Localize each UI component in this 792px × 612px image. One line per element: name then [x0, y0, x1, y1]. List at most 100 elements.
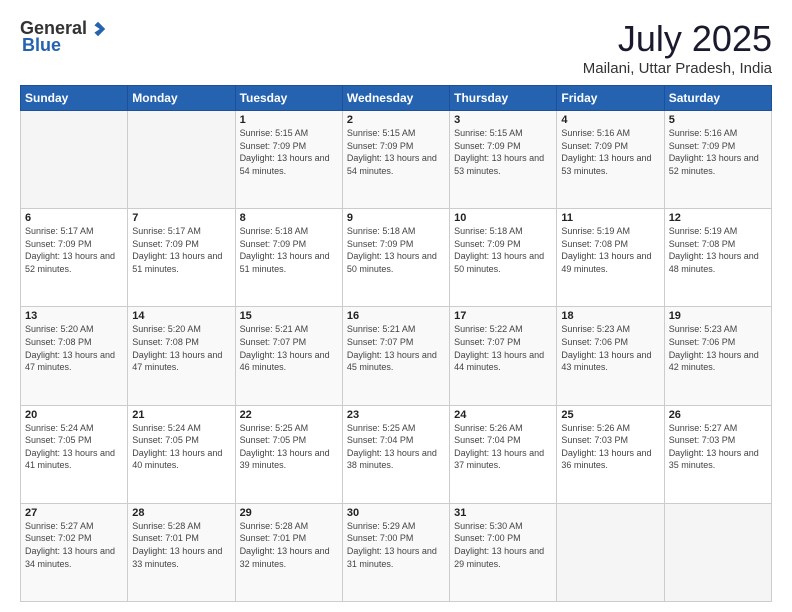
day-number: 30: [347, 507, 445, 519]
day-info: Sunrise: 5:27 AMSunset: 7:02 PMDaylight:…: [25, 520, 123, 570]
calendar-cell: 28Sunrise: 5:28 AMSunset: 7:01 PMDayligh…: [128, 503, 235, 601]
day-info: Sunrise: 5:24 AMSunset: 7:05 PMDaylight:…: [132, 422, 230, 472]
calendar-day-header: Wednesday: [342, 86, 449, 111]
day-info: Sunrise: 5:18 AMSunset: 7:09 PMDaylight:…: [347, 225, 445, 275]
calendar-cell: [128, 111, 235, 209]
page: General Blue July 2025 Mailani, Uttar Pr…: [0, 0, 792, 612]
calendar-cell: 30Sunrise: 5:29 AMSunset: 7:00 PMDayligh…: [342, 503, 449, 601]
calendar-week-row: 1 Sunrise: 5:15 AMSunset: 7:09 PMDaylight…: [21, 111, 772, 209]
day-info: Sunrise: 5:16 AMSunset: 7:09 PMDaylight:…: [669, 127, 767, 177]
day-info: Sunrise: 5:15 AMSunset: 7:09 PMDaylight:…: [454, 127, 552, 177]
calendar-cell: 19Sunrise: 5:23 AMSunset: 7:06 PMDayligh…: [664, 307, 771, 405]
logo-icon: [89, 20, 107, 38]
title-section: July 2025 Mailani, Uttar Pradesh, India: [583, 18, 772, 77]
day-number: 24: [454, 409, 552, 421]
calendar-table: SundayMondayTuesdayWednesdayThursdayFrid…: [20, 85, 772, 602]
day-number: 28: [132, 507, 230, 519]
day-number: 19: [669, 310, 767, 322]
day-number: 3: [454, 114, 552, 126]
day-info: Sunrise: 5:19 AMSunset: 7:08 PMDaylight:…: [669, 225, 767, 275]
calendar-cell: 6Sunrise: 5:17 AMSunset: 7:09 PMDaylight…: [21, 209, 128, 307]
calendar-cell: 20Sunrise: 5:24 AMSunset: 7:05 PMDayligh…: [21, 405, 128, 503]
day-info: Sunrise: 5:25 AMSunset: 7:04 PMDaylight:…: [347, 422, 445, 472]
day-number: 1: [240, 114, 338, 126]
calendar-cell: 18Sunrise: 5:23 AMSunset: 7:06 PMDayligh…: [557, 307, 664, 405]
day-number: 7: [132, 212, 230, 224]
day-info: Sunrise: 5:22 AMSunset: 7:07 PMDaylight:…: [454, 323, 552, 373]
calendar-cell: 14Sunrise: 5:20 AMSunset: 7:08 PMDayligh…: [128, 307, 235, 405]
day-info: Sunrise: 5:18 AMSunset: 7:09 PMDaylight:…: [454, 225, 552, 275]
day-info: Sunrise: 5:20 AMSunset: 7:08 PMDaylight:…: [25, 323, 123, 373]
day-number: 14: [132, 310, 230, 322]
calendar-cell: [664, 503, 771, 601]
day-number: 5: [669, 114, 767, 126]
logo: General Blue: [20, 18, 107, 56]
header: General Blue July 2025 Mailani, Uttar Pr…: [20, 18, 772, 77]
calendar-cell: 5Sunrise: 5:16 AMSunset: 7:09 PMDaylight…: [664, 111, 771, 209]
day-info: Sunrise: 5:21 AMSunset: 7:07 PMDaylight:…: [240, 323, 338, 373]
calendar-cell: 15Sunrise: 5:21 AMSunset: 7:07 PMDayligh…: [235, 307, 342, 405]
calendar-cell: [557, 503, 664, 601]
day-number: 9: [347, 212, 445, 224]
calendar-day-header: Monday: [128, 86, 235, 111]
calendar-cell: 23Sunrise: 5:25 AMSunset: 7:04 PMDayligh…: [342, 405, 449, 503]
day-info: Sunrise: 5:30 AMSunset: 7:00 PMDaylight:…: [454, 520, 552, 570]
calendar-cell: 10Sunrise: 5:18 AMSunset: 7:09 PMDayligh…: [450, 209, 557, 307]
calendar-cell: 16Sunrise: 5:21 AMSunset: 7:07 PMDayligh…: [342, 307, 449, 405]
day-number: 31: [454, 507, 552, 519]
calendar-cell: 11Sunrise: 5:19 AMSunset: 7:08 PMDayligh…: [557, 209, 664, 307]
calendar-cell: 26Sunrise: 5:27 AMSunset: 7:03 PMDayligh…: [664, 405, 771, 503]
calendar-cell: 13Sunrise: 5:20 AMSunset: 7:08 PMDayligh…: [21, 307, 128, 405]
day-info: Sunrise: 5:25 AMSunset: 7:05 PMDaylight:…: [240, 422, 338, 472]
calendar-cell: 12Sunrise: 5:19 AMSunset: 7:08 PMDayligh…: [664, 209, 771, 307]
day-number: 25: [561, 409, 659, 421]
day-info: Sunrise: 5:16 AMSunset: 7:09 PMDaylight:…: [561, 127, 659, 177]
calendar-week-row: 6Sunrise: 5:17 AMSunset: 7:09 PMDaylight…: [21, 209, 772, 307]
day-info: Sunrise: 5:29 AMSunset: 7:00 PMDaylight:…: [347, 520, 445, 570]
day-number: 18: [561, 310, 659, 322]
day-info: Sunrise: 5:24 AMSunset: 7:05 PMDaylight:…: [25, 422, 123, 472]
calendar-day-header: Saturday: [664, 86, 771, 111]
day-number: 2: [347, 114, 445, 126]
calendar-cell: 25Sunrise: 5:26 AMSunset: 7:03 PMDayligh…: [557, 405, 664, 503]
day-number: 29: [240, 507, 338, 519]
day-number: 10: [454, 212, 552, 224]
calendar-cell: 1Sunrise: 5:15 AMSunset: 7:09 PMDaylight…: [235, 111, 342, 209]
day-number: 16: [347, 310, 445, 322]
calendar-week-row: 20Sunrise: 5:24 AMSunset: 7:05 PMDayligh…: [21, 405, 772, 503]
day-number: 27: [25, 507, 123, 519]
day-info: Sunrise: 5:26 AMSunset: 7:04 PMDaylight:…: [454, 422, 552, 472]
calendar-cell: 21Sunrise: 5:24 AMSunset: 7:05 PMDayligh…: [128, 405, 235, 503]
day-number: 11: [561, 212, 659, 224]
day-info: Sunrise: 5:15 AMSunset: 7:09 PMDaylight:…: [347, 127, 445, 177]
calendar-week-row: 27Sunrise: 5:27 AMSunset: 7:02 PMDayligh…: [21, 503, 772, 601]
day-number: 23: [347, 409, 445, 421]
day-info: Sunrise: 5:21 AMSunset: 7:07 PMDaylight:…: [347, 323, 445, 373]
calendar-cell: 9Sunrise: 5:18 AMSunset: 7:09 PMDaylight…: [342, 209, 449, 307]
calendar-day-header: Tuesday: [235, 86, 342, 111]
day-number: 4: [561, 114, 659, 126]
calendar-cell: 7Sunrise: 5:17 AMSunset: 7:09 PMDaylight…: [128, 209, 235, 307]
day-info: Sunrise: 5:17 AMSunset: 7:09 PMDaylight:…: [25, 225, 123, 275]
location: Mailani, Uttar Pradesh, India: [583, 60, 772, 77]
calendar-cell: [21, 111, 128, 209]
day-info: Sunrise: 5:18 AMSunset: 7:09 PMDaylight:…: [240, 225, 338, 275]
calendar-cell: 2Sunrise: 5:15 AMSunset: 7:09 PMDaylight…: [342, 111, 449, 209]
calendar-cell: 4Sunrise: 5:16 AMSunset: 7:09 PMDaylight…: [557, 111, 664, 209]
day-number: 12: [669, 212, 767, 224]
day-info: Sunrise: 5:23 AMSunset: 7:06 PMDaylight:…: [561, 323, 659, 373]
logo-blue-text: Blue: [22, 35, 61, 56]
day-info: Sunrise: 5:20 AMSunset: 7:08 PMDaylight:…: [132, 323, 230, 373]
day-number: 8: [240, 212, 338, 224]
calendar-cell: 31Sunrise: 5:30 AMSunset: 7:00 PMDayligh…: [450, 503, 557, 601]
calendar-cell: 27Sunrise: 5:27 AMSunset: 7:02 PMDayligh…: [21, 503, 128, 601]
day-info: Sunrise: 5:27 AMSunset: 7:03 PMDaylight:…: [669, 422, 767, 472]
calendar-day-header: Sunday: [21, 86, 128, 111]
calendar-cell: 24Sunrise: 5:26 AMSunset: 7:04 PMDayligh…: [450, 405, 557, 503]
day-number: 17: [454, 310, 552, 322]
day-info: Sunrise: 5:28 AMSunset: 7:01 PMDaylight:…: [132, 520, 230, 570]
calendar-week-row: 13Sunrise: 5:20 AMSunset: 7:08 PMDayligh…: [21, 307, 772, 405]
calendar-header-row: SundayMondayTuesdayWednesdayThursdayFrid…: [21, 86, 772, 111]
day-number: 13: [25, 310, 123, 322]
month-title: July 2025: [583, 18, 772, 60]
